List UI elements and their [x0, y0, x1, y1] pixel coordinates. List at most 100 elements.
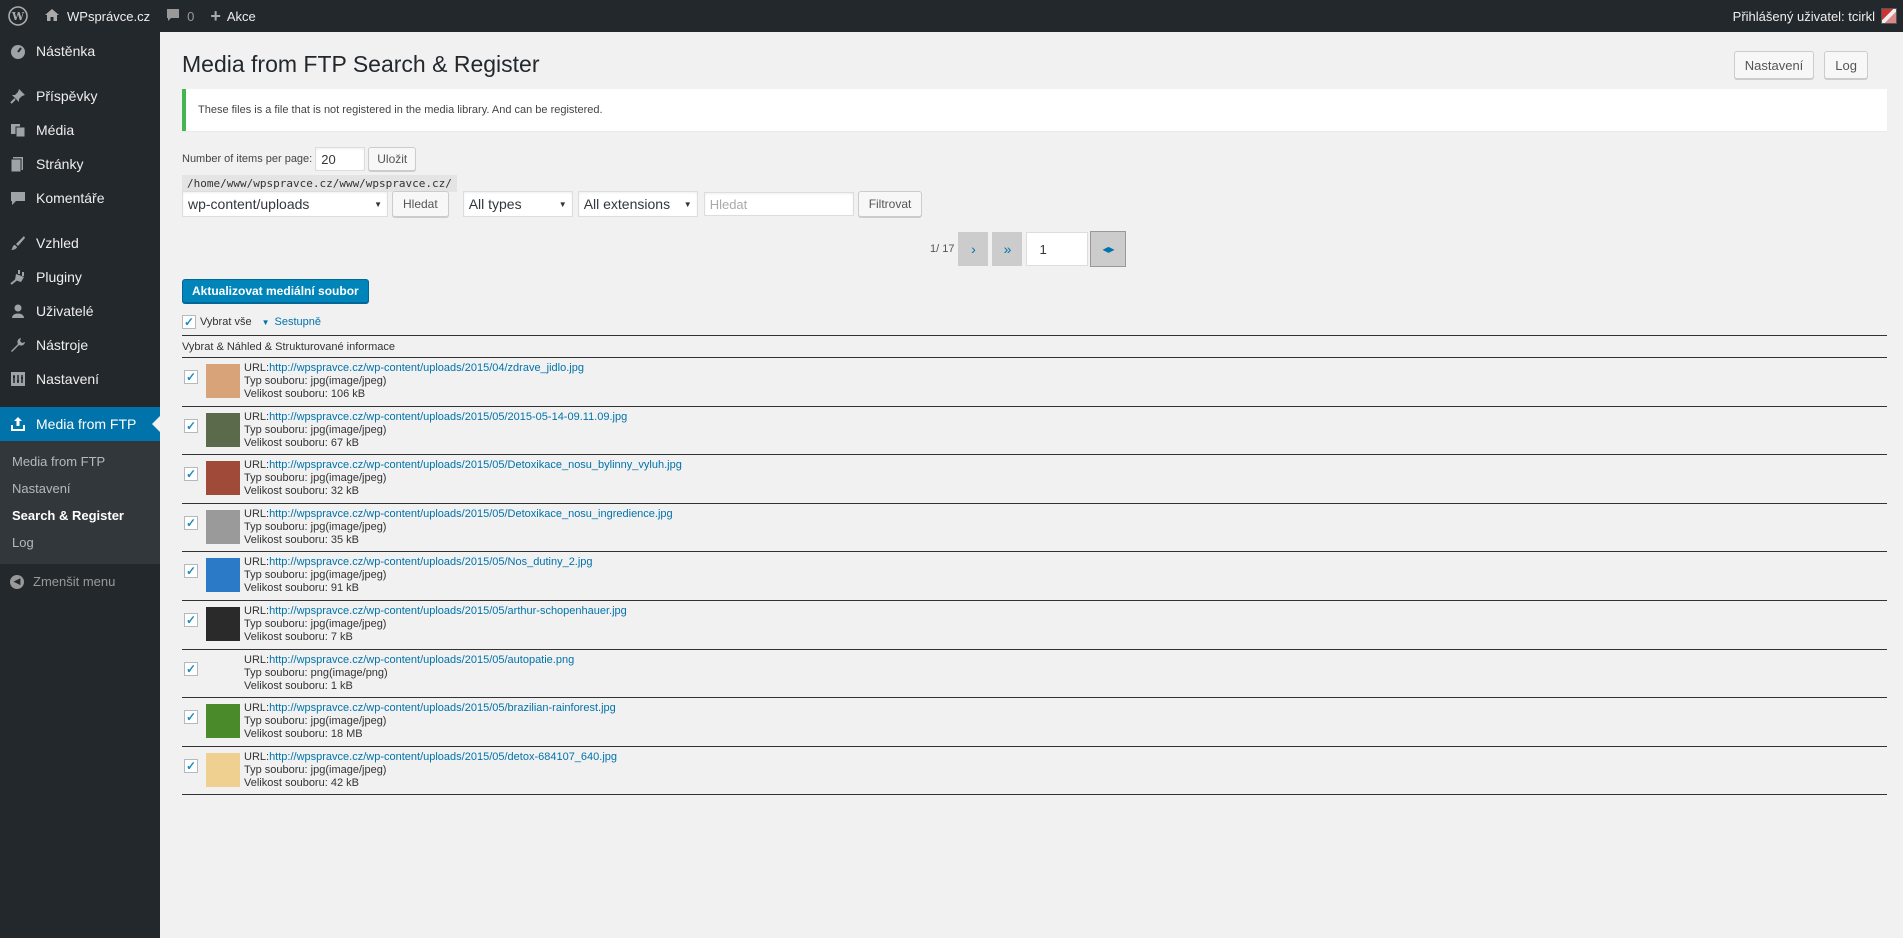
file-type: jpg(image/jpeg) — [310, 763, 387, 776]
row-checkbox[interactable]: ✓ — [184, 418, 198, 433]
file-url-link[interactable]: http://wpspravce.cz/wp-content/uploads/2… — [269, 556, 592, 568]
table-header-label: Vybrat & Náhled & Strukturované informac… — [182, 340, 395, 353]
settings-icon — [8, 369, 28, 389]
filter-search-input[interactable]: Hledat — [703, 192, 854, 216]
extension-select-value: All extensions — [583, 196, 671, 212]
file-type: jpg(image/jpeg) — [310, 472, 387, 485]
sidebar-item-media-from-ftp[interactable]: Media from FTP — [0, 407, 160, 441]
comments-link[interactable]: 0 — [158, 0, 202, 32]
collapse-arrow-icon: ◀ — [10, 574, 24, 589]
row-checkbox[interactable]: ✓ — [184, 564, 198, 579]
sidebar-item-label: Média — [36, 122, 75, 138]
select-all-checkbox[interactable]: ✓ — [182, 315, 196, 329]
row-checkbox[interactable]: ✓ — [184, 467, 198, 482]
wrench-icon — [8, 335, 28, 355]
sidebar-item-pages[interactable]: Stránky — [0, 147, 160, 181]
sort-order-link[interactable]: ▼ Sestupně — [262, 316, 321, 328]
settings-button[interactable]: Nastavení — [1733, 51, 1815, 79]
user-greeting: Přihlášený uživatel: tcirkl — [1732, 8, 1875, 24]
sidebar-item-comments[interactable]: Komentáře — [0, 181, 160, 215]
file-url-link[interactable]: http://wpspravce.cz/wp-content/uploads/2… — [269, 362, 584, 374]
sidebar-item-label: Nástěnka — [36, 43, 96, 59]
file-thumbnail[interactable] — [206, 461, 240, 496]
sidebar-item-settings[interactable]: Nastavení — [0, 362, 160, 396]
sidebar-item-media[interactable]: Média — [0, 113, 160, 147]
save-button[interactable]: Uložit — [368, 147, 417, 171]
type-label: Typ souboru: — [244, 617, 311, 630]
table-row: ✓ URL:http://wpspravce.cz/wp-content/uplo… — [182, 650, 1887, 699]
go-to-page-button[interactable]: ◂▸ — [1090, 231, 1127, 267]
submenu-item-search-register[interactable]: Search & Register — [0, 502, 160, 529]
file-url-link[interactable]: http://wpspravce.cz/wp-content/uploads/2… — [269, 411, 627, 423]
row-checkbox[interactable]: ✓ — [184, 612, 198, 627]
type-label: Typ souboru: — [244, 666, 311, 679]
type-select[interactable]: All types ▼ — [462, 191, 573, 217]
main-content: Media from FTP Search & Register Nastave… — [160, 32, 1903, 938]
type-label: Typ souboru: — [244, 375, 311, 387]
file-url-link[interactable]: http://wpspravce.cz/wp-content/uploads/2… — [269, 459, 682, 471]
filter-button[interactable]: Filtrovat — [857, 191, 923, 217]
file-thumbnail[interactable] — [206, 655, 240, 690]
submenu-item-log[interactable]: Log — [0, 529, 160, 556]
size-label: Velikost souboru: — [244, 485, 331, 498]
file-url-link[interactable]: http://wpspravce.cz/wp-content/uploads/2… — [269, 751, 617, 763]
submenu-item-settings[interactable]: Nastavení — [0, 475, 160, 502]
sidebar-item-appearance[interactable]: Vzhled — [0, 226, 160, 260]
new-content-link[interactable]: + Akce — [202, 0, 263, 32]
sidebar-item-label: Vzhled — [36, 235, 79, 251]
wordpress-logo-icon[interactable]: W — [0, 0, 36, 32]
log-button[interactable]: Log — [1824, 51, 1868, 79]
file-url-link[interactable]: http://wpspravce.cz/wp-content/uploads/2… — [269, 702, 616, 714]
sort-order-label: Sestupně — [274, 316, 321, 328]
file-thumbnail[interactable] — [206, 606, 240, 641]
row-checkbox[interactable]: ✓ — [184, 758, 198, 773]
file-size: 32 kB — [330, 485, 359, 498]
row-checkbox[interactable]: ✓ — [184, 370, 198, 384]
arrows-icon: ◂▸ — [1102, 242, 1115, 256]
extension-select[interactable]: All extensions ▼ — [577, 191, 698, 217]
file-info: URL:http://wpspravce.cz/wp-content/uploa… — [244, 751, 617, 790]
url-label: URL: — [244, 750, 270, 763]
file-thumbnail[interactable] — [206, 412, 240, 447]
user-account-link[interactable]: Přihlášený uživatel: tcirkl — [1725, 0, 1903, 32]
sidebar-item-tools[interactable]: Nástroje — [0, 328, 160, 362]
per-page-input[interactable]: 20 — [315, 147, 366, 171]
file-thumbnail[interactable] — [206, 752, 240, 787]
file-url-link[interactable]: http://wpspravce.cz/wp-content/uploads/2… — [269, 605, 627, 617]
update-media-button[interactable]: Aktualizovat mediální soubor — [182, 279, 369, 303]
file-thumbnail[interactable] — [206, 558, 240, 593]
collapse-menu-button[interactable]: ◀ Zmenšit menu — [0, 564, 160, 599]
sidebar-item-posts[interactable]: Příspěvky — [0, 79, 160, 113]
row-checkbox[interactable]: ✓ — [184, 710, 198, 725]
page-number-input[interactable]: 1 — [1026, 232, 1089, 266]
sidebar-item-label: Stránky — [36, 156, 84, 172]
file-size: 35 kB — [330, 533, 359, 546]
type-select-value: All types — [468, 196, 522, 212]
file-thumbnail[interactable] — [206, 509, 240, 544]
next-page-button[interactable]: › — [958, 232, 989, 266]
sidebar-item-plugins[interactable]: Pluginy — [0, 260, 160, 294]
file-info: URL:http://wpspravce.cz/wp-content/uploa… — [244, 702, 616, 741]
folder-select[interactable]: wp-content/uploads ▼ — [182, 191, 388, 217]
sidebar-item-dashboard[interactable]: Nástěnka — [0, 34, 160, 68]
file-type: jpg(image/jpeg) — [310, 715, 387, 728]
file-info: URL:http://wpspravce.cz/wp-content/uploa… — [244, 362, 584, 401]
file-thumbnail[interactable] — [206, 364, 240, 398]
file-size: 18 MB — [330, 728, 363, 741]
file-thumbnail[interactable] — [206, 704, 240, 739]
site-name-link[interactable]: WPsprávce.cz — [36, 0, 158, 32]
file-info: URL:http://wpspravce.cz/wp-content/uploa… — [244, 605, 627, 644]
last-page-button[interactable]: » — [992, 232, 1023, 266]
folder-select-value: wp-content/uploads — [188, 196, 310, 212]
file-url-link[interactable]: http://wpspravce.cz/wp-content/uploads/2… — [269, 654, 574, 666]
size-label: Velikost souboru: — [244, 388, 331, 400]
file-type: jpg(image/jpeg) — [310, 520, 387, 533]
sidebar-item-users[interactable]: Uživatelé — [0, 294, 160, 328]
sidebar-item-label: Nastavení — [36, 371, 100, 387]
search-button[interactable]: Hledat — [392, 191, 449, 217]
submenu-item-media-from-ftp[interactable]: Media from FTP — [0, 448, 160, 475]
file-url-link[interactable]: http://wpspravce.cz/wp-content/uploads/2… — [269, 508, 673, 520]
row-checkbox[interactable]: ✓ — [184, 515, 198, 530]
file-size: 1 kB — [330, 679, 353, 692]
row-checkbox[interactable]: ✓ — [184, 661, 198, 676]
